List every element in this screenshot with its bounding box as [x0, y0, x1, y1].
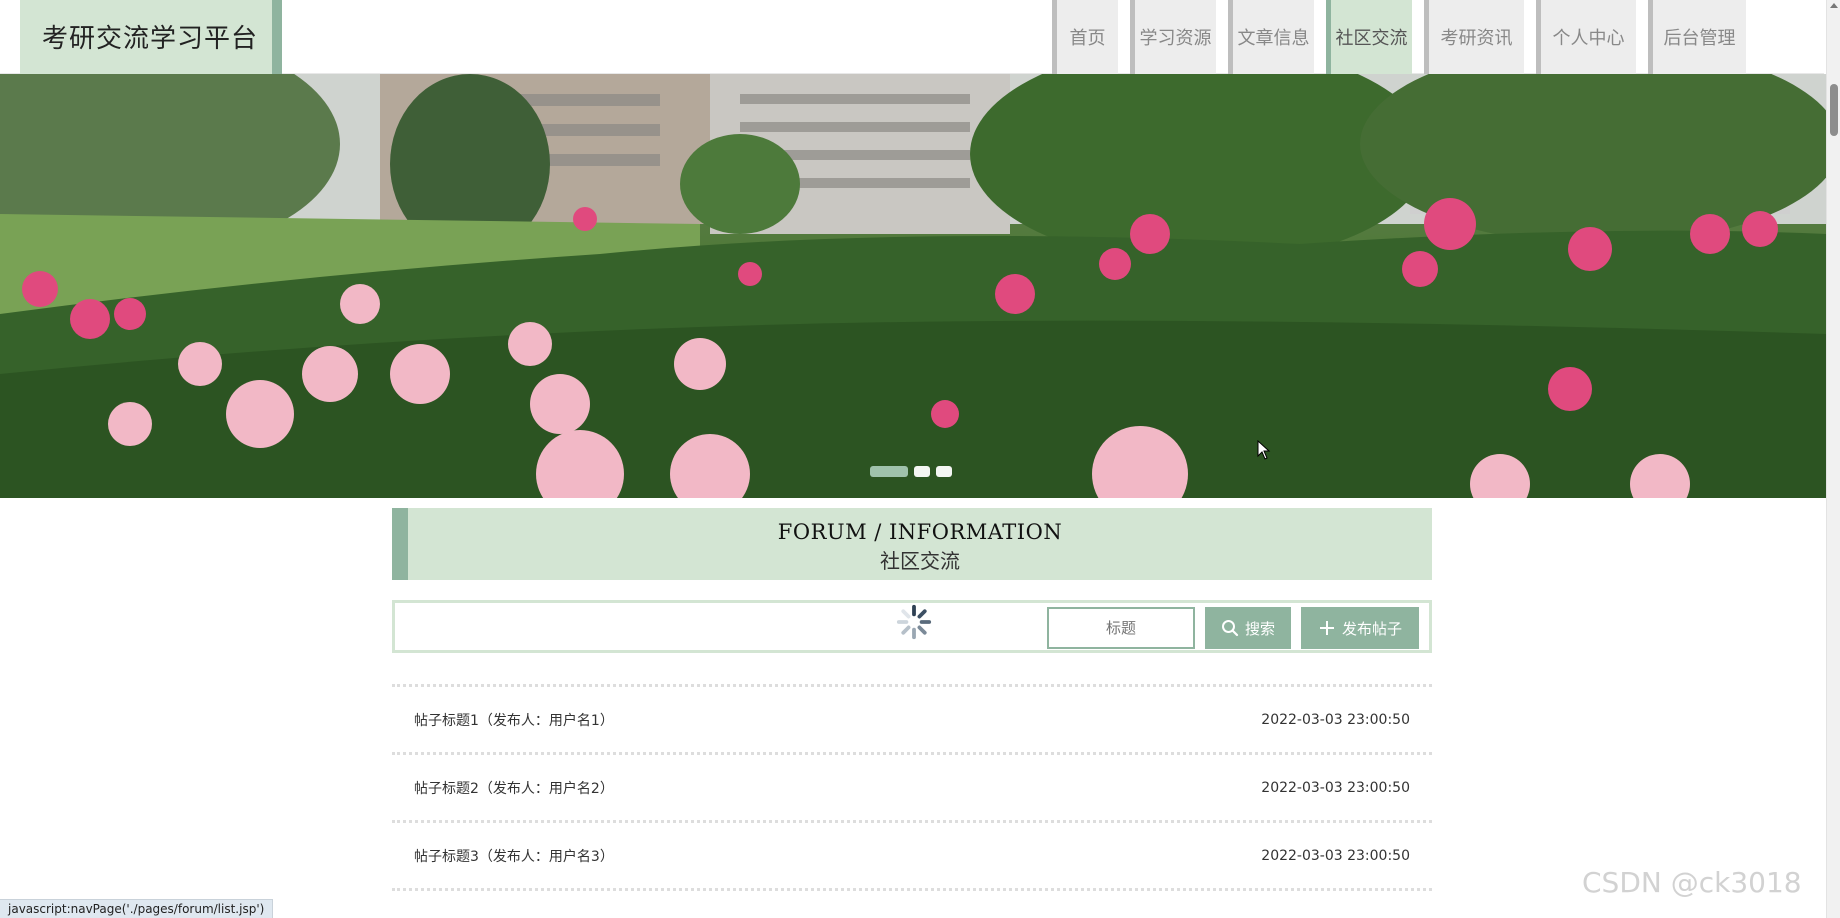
- post-title[interactable]: 帖子标题2（发布人：用户名2）: [414, 778, 614, 798]
- list-item[interactable]: 帖子标题2（发布人：用户名2） 2022-03-03 23:00:50: [392, 755, 1432, 820]
- banner-image: [0, 74, 1826, 498]
- divider: [392, 888, 1432, 891]
- site-header: 考研交流学习平台 首页 学习资源 文章信息 社区交流 考研资讯 个人中心 后台管…: [0, 0, 1824, 74]
- plus-icon: [1319, 621, 1334, 635]
- logo-text: 考研交流学习平台: [42, 24, 259, 54]
- list-item[interactable]: 帖子标题1（发布人：用户名1） 2022-03-03 23:00:50: [392, 687, 1432, 752]
- carousel-dot-2[interactable]: [914, 466, 930, 477]
- nav-item-articles[interactable]: 文章信息: [1228, 0, 1314, 74]
- post-title[interactable]: 帖子标题3（发布人：用户名3）: [414, 846, 614, 866]
- post-time: 2022-03-03 23:00:50: [1261, 847, 1410, 864]
- nav-label: 学习资源: [1139, 28, 1212, 49]
- search-button-label: 搜索: [1244, 619, 1275, 638]
- nav-label: 考研资讯: [1440, 28, 1513, 49]
- banner-carousel[interactable]: [0, 74, 1826, 498]
- post-button[interactable]: 发布帖子: [1301, 607, 1419, 649]
- search-icon: [1221, 620, 1239, 637]
- spinner-icon: [896, 604, 932, 640]
- nav-item-home[interactable]: 首页: [1052, 0, 1118, 74]
- post-title[interactable]: 帖子标题1（发布人：用户名1）: [414, 710, 614, 730]
- nav-label: 社区交流: [1335, 28, 1408, 49]
- search-button[interactable]: 搜索: [1205, 607, 1291, 649]
- section-title-zh: 社区交流: [880, 549, 960, 573]
- nav-label: 个人中心: [1552, 28, 1625, 49]
- watermark: CSDN @ck3018: [1582, 866, 1802, 899]
- mouse-cursor-icon: [1257, 440, 1271, 460]
- scroll-thumb[interactable]: [1830, 84, 1838, 136]
- browser-status-bar: javascript:navPage('./pages/forum/list.j…: [0, 899, 274, 918]
- nav-item-news[interactable]: 考研资讯: [1424, 0, 1524, 74]
- scroll-up-icon[interactable]: [1830, 3, 1838, 8]
- nav-item-resources[interactable]: 学习资源: [1130, 0, 1216, 74]
- main-nav: 首页 学习资源 文章信息 社区交流 考研资讯 个人中心 后台管理: [1052, 0, 1746, 74]
- nav-label: 后台管理: [1663, 28, 1736, 49]
- post-list: 帖子标题1（发布人：用户名1） 2022-03-03 23:00:50 帖子标题…: [392, 684, 1432, 891]
- nav-item-forum[interactable]: 社区交流: [1326, 0, 1412, 74]
- section-title: FORUM / INFORMATION 社区交流: [392, 508, 1432, 580]
- post-time: 2022-03-03 23:00:50: [1261, 779, 1410, 796]
- search-input[interactable]: [1047, 607, 1195, 649]
- post-time: 2022-03-03 23:00:50: [1261, 711, 1410, 728]
- nav-label: 首页: [1069, 28, 1106, 49]
- carousel-dot-3[interactable]: [936, 466, 952, 477]
- post-button-label: 发布帖子: [1341, 619, 1402, 638]
- section-title-en: FORUM / INFORMATION: [777, 520, 1063, 544]
- search-bar: 搜索 发布帖子: [392, 600, 1432, 653]
- nav-item-profile[interactable]: 个人中心: [1536, 0, 1636, 74]
- nav-label: 文章信息: [1237, 28, 1310, 49]
- page-scrollbar[interactable]: [1826, 0, 1840, 918]
- site-logo[interactable]: 考研交流学习平台: [20, 0, 282, 74]
- list-item[interactable]: 帖子标题3（发布人：用户名3） 2022-03-03 23:00:50: [392, 823, 1432, 888]
- carousel-dot-1[interactable]: [870, 466, 908, 477]
- nav-item-admin[interactable]: 后台管理: [1648, 0, 1746, 74]
- carousel-indicators: [870, 466, 952, 477]
